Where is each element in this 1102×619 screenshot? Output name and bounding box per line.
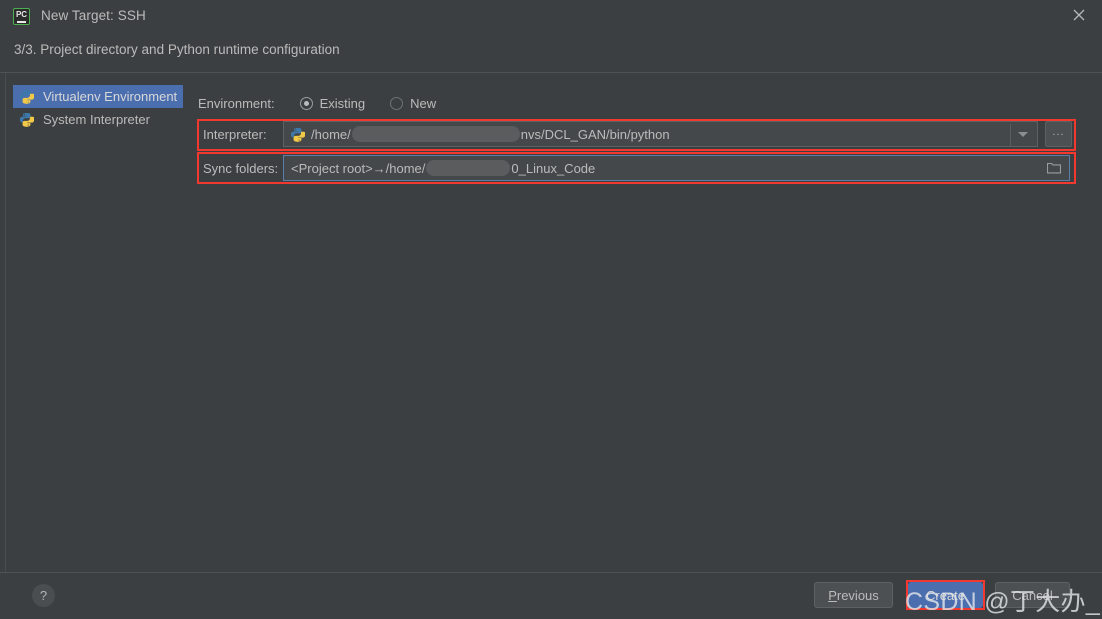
close-glyph xyxy=(1073,9,1085,21)
python-icon xyxy=(290,127,306,142)
sync-folders-input[interactable]: <Project root>→/home/ 0_Linux_Code xyxy=(283,155,1070,181)
step-subtitle: 3/3. Project directory and Python runtim… xyxy=(14,42,340,57)
radio-new-dot xyxy=(390,96,404,110)
chevron-down-icon[interactable] xyxy=(1018,132,1028,137)
sync-folders-value-prefix: <Project root>→/home/ xyxy=(291,160,426,176)
interpreter-label: Interpreter: xyxy=(203,127,267,142)
sync-folders-value: <Project root>→/home/ 0_Linux_Code xyxy=(291,160,595,176)
close-icon[interactable] xyxy=(1056,0,1102,32)
title-bar: PC New Target: SSH xyxy=(0,0,1102,33)
environment-label: Environment: xyxy=(198,95,275,111)
sync-folders-value-suffix: 0_Linux_Code xyxy=(511,160,596,176)
previous-button-label: revious xyxy=(836,587,879,603)
new-target-ssh-dialog: PC New Target: SSH 3/3. Project director… xyxy=(0,0,1102,619)
environment-type-list: Virtualenv Environment System Interprete… xyxy=(13,85,183,131)
interpreter-combobox[interactable]: /home/ nvs/DCL_GAN/bin/python xyxy=(283,121,1038,147)
radio-existing-dot xyxy=(299,96,313,110)
interpreter-value: /home/ nvs/DCL_GAN/bin/python xyxy=(311,126,670,142)
create-button[interactable]: Create xyxy=(908,582,983,608)
interpreter-value-prefix: /home/ xyxy=(311,126,351,142)
left-edge-divider xyxy=(5,73,6,572)
sync-folders-label: Sync folders: xyxy=(203,161,279,176)
folder-icon[interactable] xyxy=(1046,162,1062,174)
ellipsis-icon: ... xyxy=(1052,126,1065,138)
sidebar-item-virtualenv-environment[interactable]: Virtualenv Environment xyxy=(13,85,183,108)
radio-existing[interactable]: Existing xyxy=(299,95,366,111)
radio-new-label: New xyxy=(410,95,437,111)
previous-button[interactable]: Previous xyxy=(814,582,893,608)
radio-new[interactable]: New xyxy=(390,96,436,111)
python-icon xyxy=(19,112,35,127)
header-divider xyxy=(0,72,1102,73)
pycharm-icon: PC xyxy=(13,8,30,25)
python-virtualenv-icon xyxy=(19,89,35,104)
combobox-separator xyxy=(1010,124,1011,146)
sidebar-item-label: System Interpreter xyxy=(43,112,150,127)
redacted-username-block xyxy=(426,160,511,176)
cancel-button[interactable]: Cancel xyxy=(995,582,1070,608)
sidebar-item-label: Virtualenv Environment xyxy=(43,89,178,104)
redacted-username-block xyxy=(351,126,520,142)
interpreter-value-suffix: nvs/DCL_GAN/bin/python xyxy=(520,126,670,142)
previous-button-mnemonic: P xyxy=(828,587,837,603)
footer-divider xyxy=(0,572,1102,573)
window-title: New Target: SSH xyxy=(41,8,146,23)
environment-row: Environment: Existing New xyxy=(198,94,436,112)
radio-existing-label: Existing xyxy=(319,95,366,111)
help-button[interactable]: ? xyxy=(32,584,55,607)
sidebar-item-system-interpreter[interactable]: System Interpreter xyxy=(13,108,183,131)
interpreter-browse-button[interactable]: ... xyxy=(1045,121,1072,147)
